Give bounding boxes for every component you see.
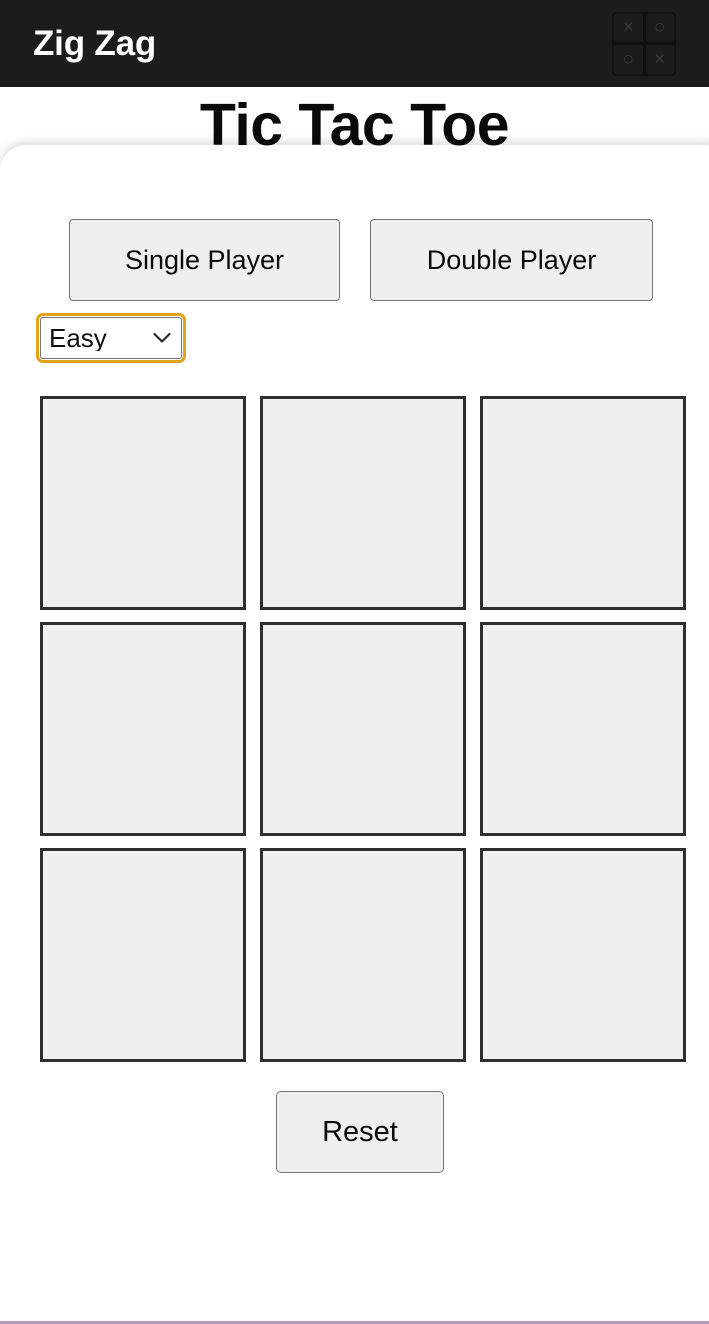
tic-tac-toe-board xyxy=(40,396,701,1062)
board-cell-1[interactable] xyxy=(260,396,466,610)
board-cell-0[interactable] xyxy=(40,396,246,610)
tic-tac-toe-logo-icon[interactable]: × ○ ○ × xyxy=(612,11,676,76)
board-cell-3[interactable] xyxy=(40,622,246,836)
board-cell-5[interactable] xyxy=(480,622,686,836)
game-mode-buttons: Single Player Double Player xyxy=(69,219,653,301)
logo-cell-o-bottom-left: ○ xyxy=(614,45,643,74)
board-cell-4[interactable] xyxy=(260,622,466,836)
page-title: Tic Tac Toe xyxy=(199,92,510,158)
single-player-button[interactable]: Single Player xyxy=(69,219,340,301)
logo-cell-x-bottom-right: × xyxy=(645,45,674,74)
app-root: Zig Zag × ○ ○ × Tic Tac Toe Single Playe… xyxy=(0,0,709,1324)
board-cell-7[interactable] xyxy=(260,848,466,1062)
double-player-button[interactable]: Double Player xyxy=(370,219,653,301)
reset-button[interactable]: Reset xyxy=(276,1091,444,1173)
difficulty-select[interactable]: EasyMediumHard xyxy=(36,313,186,363)
board-cell-8[interactable] xyxy=(480,848,686,1062)
brand-title: Zig Zag xyxy=(33,24,157,63)
board-cell-6[interactable] xyxy=(40,848,246,1062)
logo-cell-x-top-left: × xyxy=(614,13,643,42)
board-cell-2[interactable] xyxy=(480,396,686,610)
difficulty-select-wrapper: EasyMediumHard xyxy=(36,313,186,363)
top-navbar: Zig Zag × ○ ○ × xyxy=(0,0,709,87)
logo-cell-o-top-right: ○ xyxy=(645,13,674,42)
